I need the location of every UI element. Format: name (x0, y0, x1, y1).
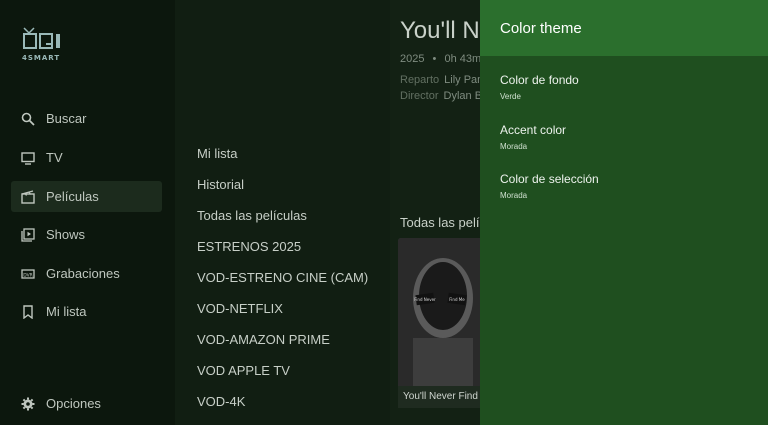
sidebar-item-label: Opciones (46, 396, 101, 411)
sidebar-item-label: TV (46, 150, 63, 165)
director-value: Dylan B (443, 90, 483, 102)
tv-icon (21, 151, 35, 165)
drawer-title: Color theme (500, 19, 582, 37)
option-label: Accent color (500, 123, 567, 137)
meta-separator: • (432, 53, 437, 65)
search-icon (21, 112, 35, 126)
category-item[interactable]: VOD-4K (197, 394, 245, 409)
poster-caption: You'll Never Find (398, 386, 488, 408)
dvr-icon: DVR (21, 267, 35, 281)
option-label: Color de fondo (500, 73, 579, 87)
sidebar-item-tv[interactable]: TV (11, 142, 162, 173)
gear-icon (21, 397, 35, 411)
clapperboard-icon (21, 189, 35, 204)
sidebar-item-label: Mi lista (46, 304, 87, 319)
option-selection-color[interactable]: Color de selección Morada (500, 172, 599, 200)
movie-year: 2025 (400, 53, 425, 65)
sidebar-item-label: Grabaciones (46, 266, 120, 281)
sidebar-item-buscar[interactable]: Buscar (11, 103, 162, 134)
sidebar-item-mi-lista[interactable]: Mi lista (11, 296, 162, 327)
logo-text: 4SMART (22, 54, 61, 62)
sidebar-item-peliculas[interactable]: Películas (11, 181, 162, 212)
sidebar-item-grabaciones[interactable]: DVR Grabaciones (11, 258, 162, 289)
option-value: Morada (500, 191, 528, 200)
movie-director: Director Dylan B (400, 90, 482, 102)
option-background-color[interactable]: Color de fondo Verde (500, 73, 579, 101)
category-list: Mi lista Historial Todas las películas E… (175, 0, 390, 425)
category-item[interactable]: Todas las películas (197, 208, 307, 223)
poster-sign-left: Find Never (414, 297, 436, 302)
sidebar-item-label: Shows (46, 227, 86, 242)
category-item[interactable]: VOD-ESTRENO CINE (CAM) (197, 270, 368, 285)
option-label: Color de selección (500, 172, 599, 186)
section-title: Todas las pelíc (400, 215, 486, 230)
category-item[interactable]: ESTRENOS 2025 (197, 239, 301, 254)
category-item[interactable]: VOD-AMAZON PRIME (197, 332, 330, 347)
category-item[interactable]: Mi lista (197, 146, 237, 161)
option-accent-color[interactable]: Accent color Morada (500, 123, 566, 151)
sidebar-item-label: Buscar (46, 111, 87, 126)
cast-value: Lily Pan (444, 74, 484, 86)
category-item[interactable]: Historial (197, 177, 244, 192)
color-theme-drawer: Color theme Color de fondo Verde Accent … (480, 0, 768, 425)
drawer-header: Color theme (480, 0, 768, 56)
category-item[interactable]: VOD-NETFLIX (197, 301, 283, 316)
category-item[interactable]: VOD APPLE TV (197, 363, 290, 378)
movie-cast: Reparto Lily Pan (400, 74, 483, 86)
option-value: Verde (500, 92, 521, 101)
director-label: Director (400, 90, 439, 102)
movie-poster[interactable]: Find Never Find Me (398, 238, 488, 388)
movie-meta: 2025 • 0h 43m (400, 53, 481, 65)
sidebar-item-label: Películas (46, 189, 99, 204)
movie-duration: 0h 43m (444, 53, 482, 65)
option-value: Morada (500, 142, 528, 151)
sidebar: 4SMART Buscar TV Películas Shows DVR Gra… (0, 0, 175, 425)
poster-sign-right: Find Me (449, 297, 465, 302)
bookmark-icon (21, 304, 35, 319)
svg-text:DVR: DVR (23, 272, 33, 278)
sidebar-item-shows[interactable]: Shows (11, 219, 162, 250)
sidebar-item-opciones[interactable]: Opciones (11, 388, 162, 419)
cast-label: Reparto (400, 74, 440, 86)
play-library-icon (21, 227, 35, 242)
